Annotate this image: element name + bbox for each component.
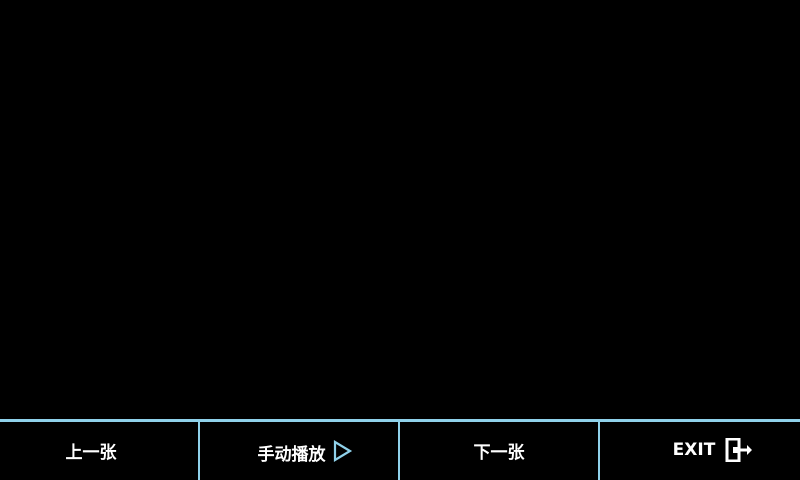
exit-label: EXIT <box>672 440 716 460</box>
next-image-button[interactable]: 下一张 <box>400 422 600 480</box>
exit-door-icon <box>725 438 753 462</box>
manual-play-button[interactable]: 手动播放 <box>200 422 400 480</box>
manual-play-label: 手动播放 <box>257 444 326 465</box>
exit-button[interactable]: EXIT <box>600 422 800 480</box>
image-display-area <box>0 0 800 419</box>
bottom-toolbar: 上一张 手动播放 下一张 EXIT <box>0 419 800 480</box>
previous-image-button[interactable]: 上一张 <box>0 422 200 480</box>
previous-image-label: 上一张 <box>65 442 117 463</box>
next-image-label: 下一张 <box>473 442 525 463</box>
play-outline-icon <box>333 440 353 462</box>
